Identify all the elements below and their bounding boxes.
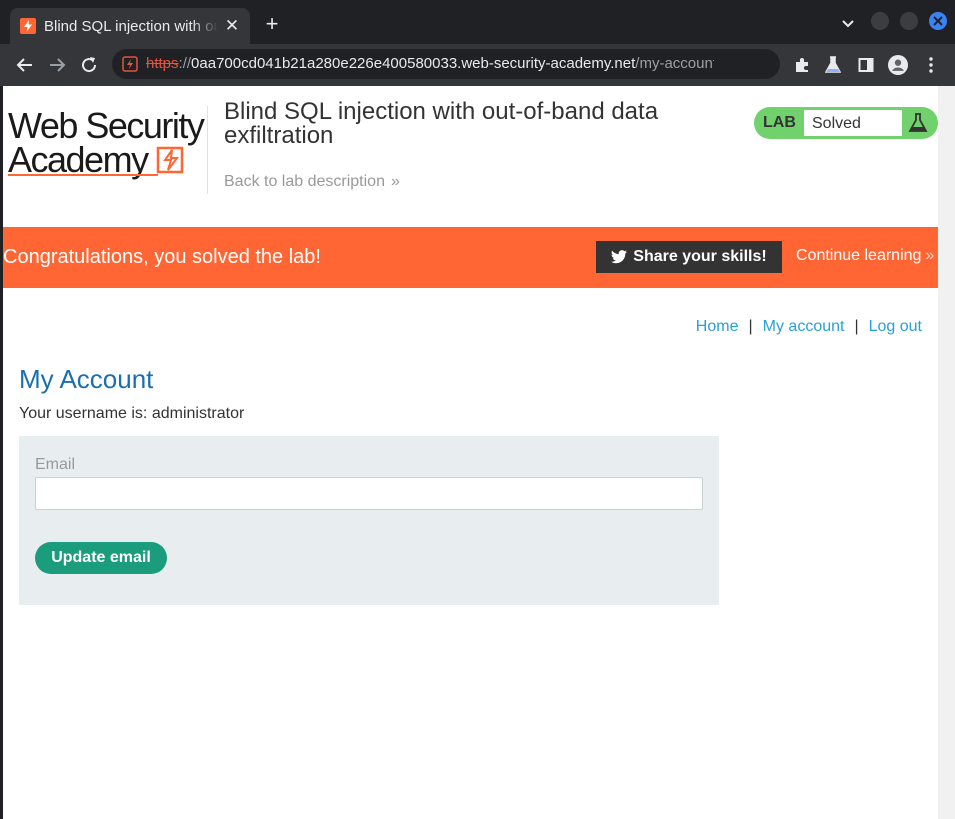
top-navigation: Home | My account | Log out xyxy=(696,318,922,336)
url-separator: :// xyxy=(178,55,192,72)
browser-tab[interactable]: Blind SQL injection with out-of-band dat… xyxy=(10,8,250,44)
lab-status-badge: LAB Solved xyxy=(754,107,938,139)
nav-my-account-link[interactable]: My account xyxy=(763,318,845,336)
logo-bolt-icon xyxy=(156,146,184,174)
reload-icon[interactable] xyxy=(79,55,99,75)
continue-learning-label: Continue learning xyxy=(796,247,922,264)
back-arrow-icon[interactable] xyxy=(15,55,35,75)
solved-flask-icon xyxy=(908,113,928,132)
nav-logout-link[interactable]: Log out xyxy=(869,318,922,336)
continue-learning-link[interactable]: Continue learning» xyxy=(796,247,934,265)
web-page: Web Security Academy Blind SQL injection… xyxy=(3,86,938,819)
share-skills-label: Share your skills! xyxy=(633,248,767,265)
not-secure-warning-icon[interactable] xyxy=(122,56,138,72)
lab-status-text: Solved xyxy=(812,115,861,132)
header-divider xyxy=(207,106,208,194)
update-email-button[interactable]: Update email xyxy=(35,542,167,574)
username-text: Your username is: administrator xyxy=(19,405,245,422)
url-host: 0aa700cd041b21a280e226e400580033.web-sec… xyxy=(191,55,636,72)
url-scheme: https xyxy=(146,55,179,72)
minimize-window-button[interactable] xyxy=(871,12,889,30)
forward-arrow-icon[interactable] xyxy=(47,55,67,75)
congratulations-message: Congratulations, you solved the lab! xyxy=(3,246,321,268)
nav-separator: | xyxy=(748,318,753,335)
labs-flask-icon[interactable] xyxy=(823,55,843,75)
nav-separator: | xyxy=(854,318,859,335)
close-icon xyxy=(933,16,943,26)
tab-search-chevron-icon[interactable] xyxy=(840,16,856,32)
portswigger-favicon-icon xyxy=(20,18,36,34)
tab-title: Blind SQL injection with out-of-band dat… xyxy=(44,17,218,35)
profile-avatar-icon[interactable] xyxy=(888,55,908,75)
browser-menu-icon[interactable] xyxy=(921,55,941,75)
double-chevron-right-icon: » xyxy=(390,173,400,190)
tab-strip: Blind SQL injection with out-of-band dat… xyxy=(0,0,955,44)
maximize-window-button[interactable] xyxy=(900,12,918,30)
new-tab-icon[interactable]: + xyxy=(262,13,282,35)
back-to-lab-description-link[interactable]: Back to lab description » xyxy=(224,173,400,191)
url-text[interactable]: https://0aa700cd041b21a280e226e400580033… xyxy=(146,55,714,72)
email-label: Email xyxy=(35,456,76,473)
side-panel-icon[interactable] xyxy=(856,55,876,75)
double-chevron-right-icon: » xyxy=(925,247,935,264)
logo-line-2: Academy xyxy=(8,139,149,180)
page-title: My Account xyxy=(19,364,154,394)
url-path: /my-account?... xyxy=(635,55,714,72)
web-security-academy-logo[interactable]: Web Security Academy xyxy=(8,108,208,178)
solved-banner: Congratulations, you solved the lab! Sha… xyxy=(3,227,938,288)
logo-underline xyxy=(8,174,158,176)
update-email-form: Email Update email xyxy=(19,436,719,605)
share-skills-button[interactable]: Share your skills! xyxy=(596,241,782,273)
close-tab-icon[interactable]: ✕ xyxy=(224,16,240,36)
lab-badge-label: LAB xyxy=(763,114,796,131)
lab-title: Blind SQL injection with out-of-band dat… xyxy=(224,98,659,149)
page-scrollbar[interactable] xyxy=(938,86,955,819)
back-link-label: Back to lab description xyxy=(224,173,385,190)
email-field[interactable] xyxy=(35,477,703,510)
close-window-button[interactable] xyxy=(929,12,947,30)
lab-status-box: Solved xyxy=(803,109,903,137)
nav-home-link[interactable]: Home xyxy=(696,318,739,336)
extensions-puzzle-icon[interactable] xyxy=(792,55,812,75)
twitter-icon xyxy=(611,250,628,264)
